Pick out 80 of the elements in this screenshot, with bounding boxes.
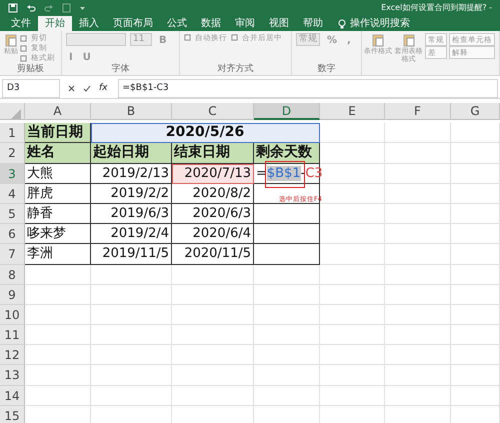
table-cell: 起始日期: [91, 143, 172, 164]
table-cell: 2020/7/13: [172, 164, 254, 184]
redo-icon[interactable]: [44, 3, 54, 13]
table-cell: 2019/2/4: [91, 224, 172, 244]
square-icon: [184, 34, 191, 41]
formula-field[interactable]: =$B$1-C3: [118, 78, 498, 98]
merged-cell: 2020/5/26: [91, 123, 320, 144]
empty-cell[interactable]: [254, 204, 320, 224]
ribbon-tab[interactable]: 页面布局: [106, 16, 160, 31]
table-cell: 当前日期: [25, 123, 91, 144]
lightbulb-icon: [338, 18, 346, 28]
empty-cell[interactable]: [254, 184, 320, 204]
row-header[interactable]: 12: [0, 345, 25, 366]
table-cell: 姓名: [25, 143, 91, 164]
table-cell: 2020/11/5: [172, 244, 254, 264]
ribbon-tab[interactable]: 插入: [72, 16, 106, 31]
empty-cell[interactable]: [254, 224, 320, 244]
table-cell: 剩余天数: [254, 143, 320, 164]
row-header[interactable]: 4: [0, 184, 25, 204]
ribbon-tab[interactable]: 文件: [4, 16, 38, 31]
row-header[interactable]: 13: [0, 365, 25, 386]
empty-cell[interactable]: [254, 244, 320, 264]
name-box[interactable]: D3: [2, 78, 60, 98]
column-header[interactable]: B: [91, 103, 172, 120]
row-header[interactable]: 5: [0, 204, 25, 224]
column-header[interactable]: C: [172, 103, 254, 120]
ribbon-tab[interactable]: 公式: [160, 16, 194, 31]
ribbon-dropdown[interactable]: [66, 33, 126, 46]
annotation-box: [265, 160, 305, 188]
row-header[interactable]: 6: [0, 224, 25, 244]
row-header[interactable]: 1: [0, 123, 25, 144]
insert-function-button[interactable]: fx: [99, 82, 108, 96]
table-cell: 2020/6/3: [172, 204, 254, 224]
column-header[interactable]: F: [385, 103, 451, 120]
row-header[interactable]: 3: [0, 164, 25, 184]
group-label: 剪贴板: [16, 64, 45, 75]
group-label: 字体: [110, 64, 130, 75]
ribbon-tab[interactable]: 开始: [38, 16, 72, 31]
tell-me-search[interactable]: 操作说明搜索: [350, 16, 410, 31]
window-title: Excel如何设置合同到期提醒? -: [381, 2, 492, 14]
table-cell: 胖虎: [25, 184, 91, 204]
group-label: 对齐方式: [216, 64, 254, 75]
column-header[interactable]: E: [320, 103, 385, 120]
row-header[interactable]: 8: [0, 264, 25, 285]
table-cell: 2019/6/3: [91, 204, 172, 224]
square-icon: [231, 34, 238, 41]
table-cell: 静香: [25, 204, 91, 224]
column-header[interactable]: D: [254, 103, 320, 120]
table-cell: 2019/11/5: [91, 244, 172, 264]
ribbon-tab[interactable]: 数据: [194, 16, 228, 31]
square-icon: [20, 54, 27, 62]
ribbon-tab[interactable]: 视图: [262, 16, 296, 31]
table-cell: 2020/8/2: [172, 184, 254, 204]
table-cell: 2019/2/2: [91, 184, 172, 204]
undo-icon[interactable]: [26, 3, 36, 13]
row-header[interactable]: 9: [0, 284, 25, 305]
row-header[interactable]: 7: [0, 244, 25, 264]
square-icon: [20, 44, 27, 52]
select-all-icon[interactable]: [11, 108, 21, 119]
ribbon-tab[interactable]: 帮助: [296, 16, 330, 31]
save-icon[interactable]: [8, 3, 18, 13]
cancel-icon[interactable]: [68, 85, 75, 92]
table-cell: 2020/6/4: [172, 224, 254, 244]
ribbon-tab[interactable]: 审阅: [228, 16, 262, 31]
table-cell: 结束日期: [172, 143, 254, 164]
check-icon[interactable]: [83, 85, 91, 92]
column-header[interactable]: A: [25, 103, 91, 120]
column-header[interactable]: G: [451, 103, 500, 120]
table-cell: 李洲: [25, 244, 91, 264]
square-icon: [20, 34, 27, 42]
dropdown-icon[interactable]: [79, 5, 86, 11]
row-header[interactable]: 11: [0, 325, 25, 346]
row-header[interactable]: 10: [0, 304, 25, 326]
row-header[interactable]: 14: [0, 386, 25, 406]
row-header[interactable]: 2: [0, 143, 25, 164]
row-header[interactable]: 15: [0, 406, 25, 423]
table-cell: 大熊: [25, 164, 91, 184]
document-icon[interactable]: [62, 3, 71, 13]
group-label: 数字: [316, 64, 336, 75]
table-cell: 哆来梦: [25, 224, 91, 244]
